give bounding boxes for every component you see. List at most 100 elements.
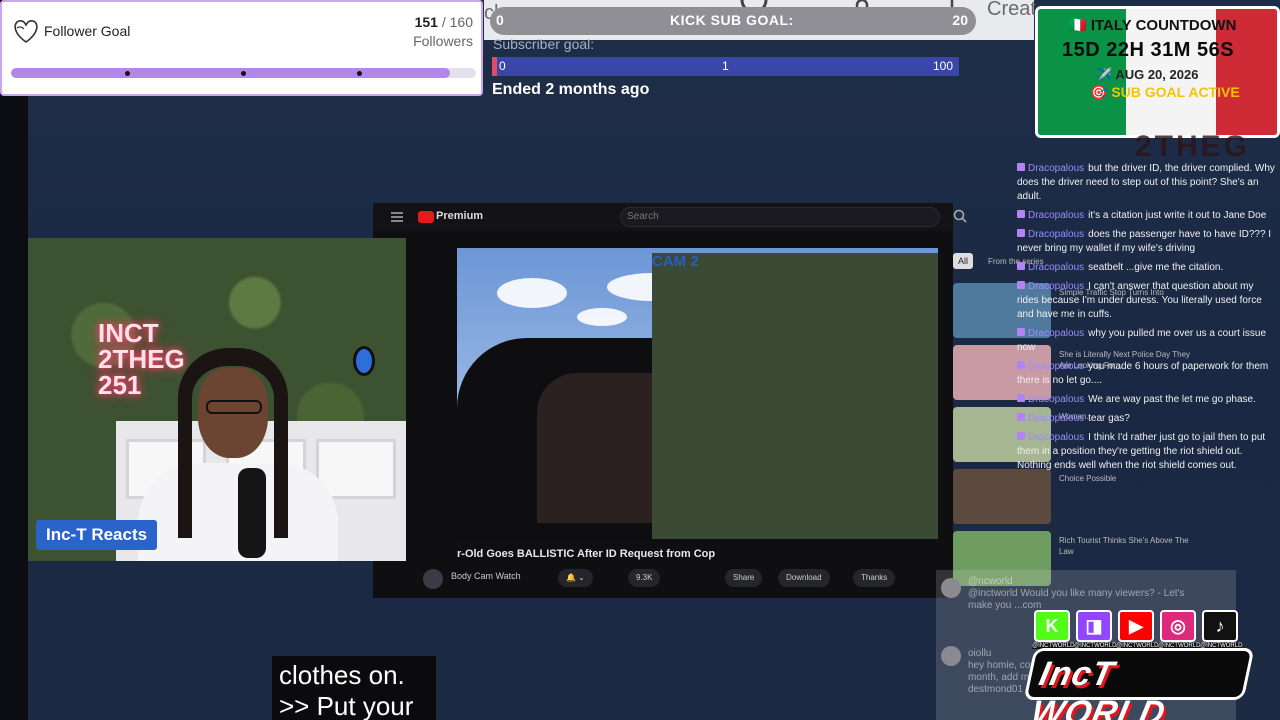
yt-chat-message: @ncworld @inctworld Would you like many … — [968, 576, 1190, 612]
countdown-title: 🇮🇹 ITALY COUNTDOWN — [1068, 17, 1237, 34]
chat-username[interactable]: Dracopalous — [1028, 413, 1084, 424]
chat-username[interactable]: Dracopalous — [1028, 281, 1084, 292]
subscriber-goal-start: 0 — [499, 59, 506, 73]
kick-icon[interactable]: K — [1034, 610, 1070, 642]
follower-separator: / — [437, 14, 450, 30]
youtube-logo-icon[interactable] — [418, 211, 434, 223]
search-placeholder: Search — [627, 211, 659, 222]
sub-badge-icon — [1017, 432, 1025, 440]
stream-chat: Dracopalous but the driver ID, the driver… — [1017, 162, 1275, 478]
follower-count: 151 / 160 — [415, 14, 473, 30]
follower-goal-widget: Follower Goal 151 / 160 Followers — [0, 0, 483, 96]
sub-badge-icon — [1017, 281, 1025, 289]
milestone-dot — [241, 71, 246, 76]
chat-username[interactable]: Dracopalous — [1028, 328, 1084, 339]
chat-username[interactable]: Dracopalous — [1028, 210, 1084, 221]
hamburger-menu-icon[interactable] — [391, 212, 403, 222]
chat-text: seatbelt ...give me the citation. — [1088, 262, 1224, 273]
chat-message: Dracopalous We are way past the let me go… — [1017, 393, 1275, 407]
video-title: r-Old Goes BALLISTIC After ID Request fr… — [457, 548, 716, 560]
inct-world-logo: IncT WORLD — [1023, 648, 1255, 720]
follower-target: 160 — [449, 14, 473, 30]
italy-countdown-widget: 🇮🇹 ITALY COUNTDOWN 15D 22H 31M 56S ✈️ AU… — [1035, 6, 1280, 138]
cloud — [577, 308, 627, 326]
channel-avatar[interactable] — [423, 569, 443, 589]
download-label: Download — [786, 573, 822, 582]
youtube-window: Premium Search CAM 2 r-Old Goes BALLISTI… — [373, 203, 967, 598]
caption-line: clothes on. — [279, 660, 405, 690]
chat-text: We are way past the let me go phase. — [1088, 394, 1256, 405]
follower-current: 151 — [414, 14, 438, 30]
search-icon[interactable] — [953, 209, 967, 223]
chat-username[interactable]: Dracopalous — [1028, 229, 1084, 240]
chat-avatar — [941, 578, 961, 598]
brand-text: IncT WORLD — [1027, 655, 1170, 720]
microphone — [238, 468, 266, 558]
countdown-status: 🎯 SUB GOAL ACTIVE — [1090, 84, 1240, 100]
chat-username[interactable]: Dracopalous — [1028, 432, 1084, 443]
sub-badge-icon — [1017, 229, 1025, 237]
subscriber-goal-current: 1 — [722, 59, 729, 73]
countdown-timer: 15D 22H 31M 56S — [1062, 39, 1235, 61]
yt-chat-text: @inctworld Would you like many viewers? … — [968, 588, 1185, 611]
sub-badge-icon — [1017, 394, 1025, 402]
youtube-icon[interactable]: ▶ — [1118, 610, 1154, 642]
channel-row: Body Cam Watch 🔔 ⌄ 9.3K Share Download T… — [423, 569, 943, 591]
download-button[interactable]: Download — [778, 569, 830, 587]
milestone-dot — [125, 71, 130, 76]
webcam-feed: INCT 2THEG 251 Inc-T Reacts — [28, 238, 406, 561]
follower-unit: Followers — [413, 33, 473, 49]
share-label: Share — [733, 573, 755, 582]
recommendation-title: Rich Tourist Thinks She's Above The Law — [1059, 536, 1189, 556]
chat-message: Dracopalous I think I'd rather just go to… — [1017, 431, 1275, 473]
kick-goal-label: KICK SUB GOAL: — [670, 12, 794, 28]
caption-line: >> Put your — [279, 691, 414, 720]
twitch-icon[interactable]: ◨ — [1076, 610, 1112, 642]
thanks-button[interactable]: Thanks — [853, 569, 896, 587]
subscriber-goal-end: 100 — [932, 59, 953, 73]
chat-username[interactable]: Dracopalous — [1028, 163, 1084, 174]
follower-goal-title: Follower Goal — [44, 23, 131, 39]
like-count: 9.3K — [636, 573, 653, 582]
sub-badge-icon — [1017, 361, 1025, 369]
chat-username[interactable]: Dracopalous — [1028, 262, 1084, 273]
kick-goal-target: 20 — [952, 12, 968, 28]
chat-message: Dracopalous I can't answer that question … — [1017, 280, 1275, 322]
share-button[interactable]: Share — [725, 569, 763, 587]
youtube-search-input[interactable]: Search — [620, 207, 940, 227]
chat-avatar — [941, 646, 961, 666]
streamer-name-tag: Inc-T Reacts — [36, 520, 158, 550]
subscriber-progress-fill — [492, 57, 497, 76]
chat-username[interactable]: Dracopalous — [1028, 361, 1084, 372]
chat-message: Dracopalous tear gas? — [1017, 412, 1275, 426]
video-cam-label: CAM 2 — [652, 253, 938, 539]
chat-text: tear gas? — [1088, 413, 1130, 424]
chat-message: Dracopalous does the passenger have to ha… — [1017, 228, 1275, 256]
social-links: K @INCTWORLD ◨ @INCTWORLD ▶ @INCTWORLD ◎ @INCTW… — [1032, 610, 1246, 650]
channel-name[interactable]: Body Cam Watch — [451, 571, 521, 581]
heart-icon — [14, 20, 38, 43]
countdown-date: ✈️ AUG 20, 2026 — [1096, 67, 1199, 82]
tiktok-icon[interactable]: ♪ — [1202, 610, 1238, 642]
chat-message: Dracopalous it's a citation just write it… — [1017, 209, 1275, 223]
video-player[interactable]: CAM 2 — [457, 248, 938, 539]
chat-message: Dracopalous seatbelt ...give me the citat… — [1017, 261, 1275, 275]
background-logo-text: 2THEG — [1135, 130, 1251, 163]
sub-badge-icon — [1017, 210, 1025, 218]
glasses — [206, 400, 262, 414]
sub-badge-icon — [1017, 163, 1025, 171]
chat-text: it's a citation just write it out to Jan… — [1088, 210, 1267, 221]
youtube-topbar: Premium Search — [373, 203, 967, 231]
left-edge — [0, 0, 28, 720]
kick-goal-start: 0 — [496, 12, 504, 28]
sub-badge-icon — [1017, 413, 1025, 421]
notification-bell-button[interactable]: 🔔 ⌄ — [558, 569, 593, 587]
subscriber-goal-label: Subscriber goal: — [493, 36, 595, 52]
subscriber-goal-status: Ended 2 months ago — [492, 81, 650, 98]
like-button[interactable]: 9.3K — [628, 569, 661, 587]
chat-username[interactable]: Dracopalous — [1028, 394, 1084, 405]
instagram-icon[interactable]: ◎ — [1160, 610, 1196, 642]
yt-chat-user: @ncworld — [968, 576, 1013, 587]
cloud — [497, 278, 567, 308]
follower-progress-fill — [11, 68, 450, 78]
